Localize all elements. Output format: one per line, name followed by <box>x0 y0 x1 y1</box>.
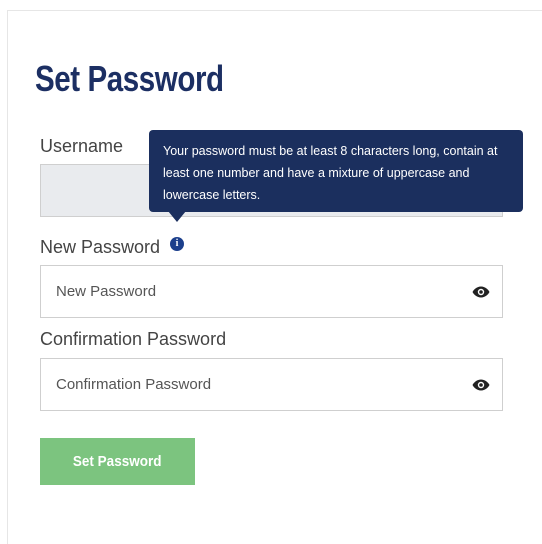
new-password-field[interactable] <box>40 265 503 318</box>
set-password-button-label: Set Password <box>73 453 162 470</box>
new-password-label: New Password <box>40 237 161 257</box>
page-title: Set Password <box>35 58 224 99</box>
info-icon[interactable]: i <box>170 237 184 251</box>
tooltip-arrow <box>168 211 186 222</box>
confirmation-password-input[interactable] <box>41 359 502 410</box>
confirmation-password-field[interactable] <box>40 358 503 411</box>
eye-icon[interactable] <box>472 379 490 391</box>
username-label: Username <box>40 136 124 156</box>
password-requirements-tooltip: Your password must be at least 8 charact… <box>149 130 523 212</box>
eye-icon[interactable] <box>472 286 490 298</box>
confirmation-password-label: Confirmation Password <box>40 329 227 349</box>
set-password-button[interactable]: Set Password <box>40 438 195 485</box>
new-password-input[interactable] <box>41 266 502 317</box>
